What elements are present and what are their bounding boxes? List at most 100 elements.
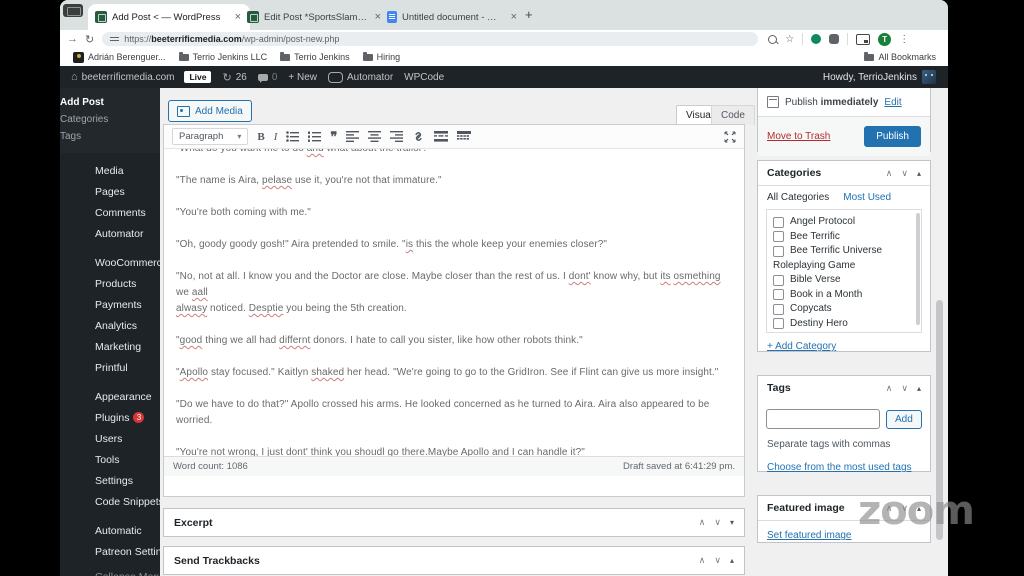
move-down-icon[interactable]: ∨ [901,168,908,179]
sidebar-item-automator[interactable]: Automator [60,224,160,245]
browser-tab[interactable]: Add Post < — WordPress× [88,4,250,30]
sidebar-item-collapse-menu[interactable]: Collapse Menu [60,567,160,576]
align-left-button[interactable] [346,131,359,142]
bookmark-star-icon[interactable]: ☆ [785,34,794,45]
sidebar-item-marketing[interactable]: Marketing [60,337,160,358]
browser-tab[interactable]: Edit Post *SportsSlam Vol 1: × [240,4,390,30]
automator-menu[interactable]: Automator [328,72,393,83]
align-center-button[interactable] [368,131,381,142]
fullscreen-button[interactable] [724,131,736,143]
toggle-panel-icon[interactable]: ▴ [917,384,921,393]
sidebar-submenu-item[interactable]: Tags [60,128,160,145]
move-down-icon[interactable]: ∨ [714,517,721,528]
sidebar-item-pages[interactable]: Pages [60,182,160,203]
most-used-tags-link[interactable]: Choose from the most used tags [767,462,912,473]
categories-header[interactable]: Categories ∧ ∨ ▴ [758,161,930,186]
zoom-search-icon[interactable] [768,35,777,44]
site-settings-icon[interactable] [110,36,119,43]
sidebar-item-payments[interactable]: Payments [60,295,160,316]
sidebar-item-tools[interactable]: Tools [60,450,160,471]
extension-green-icon[interactable] [811,34,821,44]
reload-icon[interactable]: ↻ [85,33,94,46]
set-featured-image-link[interactable]: Set featured image [767,530,852,541]
category-list-scrollbar[interactable] [916,213,920,325]
category-checkbox[interactable] [773,231,784,242]
sidebar-submenu-item[interactable]: Add Post [60,94,160,111]
excerpt-panel[interactable]: Excerpt ∧ ∨ ▾ [163,508,745,537]
bookmark-item[interactable]: Terrio Jenkins LLC [179,52,268,62]
category-item[interactable]: Bible Verse [773,273,921,288]
category-checkbox[interactable] [773,246,784,257]
bookmark-item[interactable]: Hiring [363,52,401,62]
category-item[interactable]: Roleplaying Game [773,259,921,274]
move-up-icon[interactable]: ∧ [886,383,893,394]
toggle-panel-icon[interactable]: ▾ [730,518,734,527]
edit-schedule-link[interactable]: Edit [884,97,901,108]
bookmark-item[interactable]: Terrio Jenkins [280,52,350,62]
category-item[interactable]: Angel Protocol [773,215,921,230]
bold-button[interactable]: B [257,131,264,143]
site-menu[interactable]: ⌂ beeterrificmedia.com [71,71,174,83]
italic-button[interactable]: I [274,131,278,143]
move-up-icon[interactable]: ∧ [886,168,893,179]
category-item[interactable]: Bee Terrific Universe [773,244,921,259]
move-up-icon[interactable]: ∧ [699,555,706,566]
sidebar-item-comments[interactable]: Comments [60,203,160,224]
toggle-panel-icon[interactable]: ▴ [917,169,921,178]
add-tag-button[interactable]: Add [886,410,922,429]
category-item[interactable]: Bee Terrific [773,230,921,245]
extension-gray-icon[interactable] [829,34,839,44]
new-tab-button[interactable]: + [525,7,533,22]
sidebar-item-automatic[interactable]: Automatic [60,521,160,542]
sidebar-item-appearance[interactable]: Appearance [60,387,160,408]
numbered-list-button[interactable] [308,131,321,142]
category-checkbox[interactable] [773,217,784,228]
all-bookmarks-button[interactable]: All Bookmarks [864,52,936,62]
move-down-icon[interactable]: ∨ [714,555,721,566]
wpcode-menu[interactable]: WPCode [404,72,444,83]
forward-arrow-icon[interactable]: → [67,33,78,45]
move-down-icon[interactable]: ∨ [901,383,908,394]
toolbar-toggle-button[interactable] [457,131,471,142]
media-control-icon[interactable] [856,34,870,45]
tab-close-icon[interactable]: × [509,11,519,23]
browser-menu-icon[interactable]: ⋮ [899,34,909,45]
sidebar-item-media[interactable]: Media [60,161,160,182]
category-item[interactable]: Book in a Month [773,288,921,303]
comments-menu[interactable]: 0 [258,72,278,83]
sidebar-item-patreon-settings[interactable]: Patreon Settings [60,542,160,563]
category-item[interactable]: Destiny Hero [773,317,921,332]
add-category-link[interactable]: + Add Category [758,333,930,360]
sidebar-item-analytics[interactable]: Analytics [60,316,160,337]
browser-tab[interactable]: Untitled document - Google× [380,4,526,30]
address-field[interactable]: https://beeterrificmedia.com/wp-admin/po… [102,32,758,46]
toggle-panel-icon[interactable]: ▴ [730,556,734,565]
align-right-button[interactable] [390,131,403,142]
category-list[interactable]: Angel ProtocolBee TerrificBee Terrific U… [766,209,922,333]
move-up-icon[interactable]: ∧ [699,517,706,528]
category-checkbox[interactable] [773,289,784,300]
read-more-button[interactable] [434,131,448,142]
category-checkbox[interactable] [773,318,784,329]
sidebar-submenu-item[interactable]: Categories [60,111,160,128]
insert-link-button[interactable] [412,131,425,142]
move-to-trash-link[interactable]: Move to Trash [767,131,830,142]
tab-all-categories[interactable]: All Categories [767,192,829,203]
sidebar-item-settings[interactable]: Settings [60,471,160,492]
sidebar-item-plugins[interactable]: Plugins3 [60,408,160,429]
updates-menu[interactable]: ↻ 26 [222,71,246,84]
publish-button[interactable]: Publish [864,126,921,147]
category-checkbox[interactable] [773,275,784,286]
sidebar-item-users[interactable]: Users [60,429,160,450]
account-menu[interactable]: Howdy, TerrioJenkins [823,70,936,84]
category-checkbox[interactable] [773,304,784,315]
bulleted-list-button[interactable] [286,131,299,142]
send-trackbacks-panel[interactable]: Send Trackbacks ∧ ∨ ▴ [163,546,745,575]
tags-input[interactable] [766,409,880,429]
editor-content[interactable]: "What do you want me to do and what abou… [164,149,744,456]
profile-avatar[interactable]: T [878,33,891,46]
bookmark-item[interactable]: Adrián Berenguer... [73,52,166,63]
new-content-menu[interactable]: + New [288,72,317,83]
tab-code[interactable]: Code [711,105,755,125]
tags-header[interactable]: Tags ∧ ∨ ▴ [758,376,930,400]
